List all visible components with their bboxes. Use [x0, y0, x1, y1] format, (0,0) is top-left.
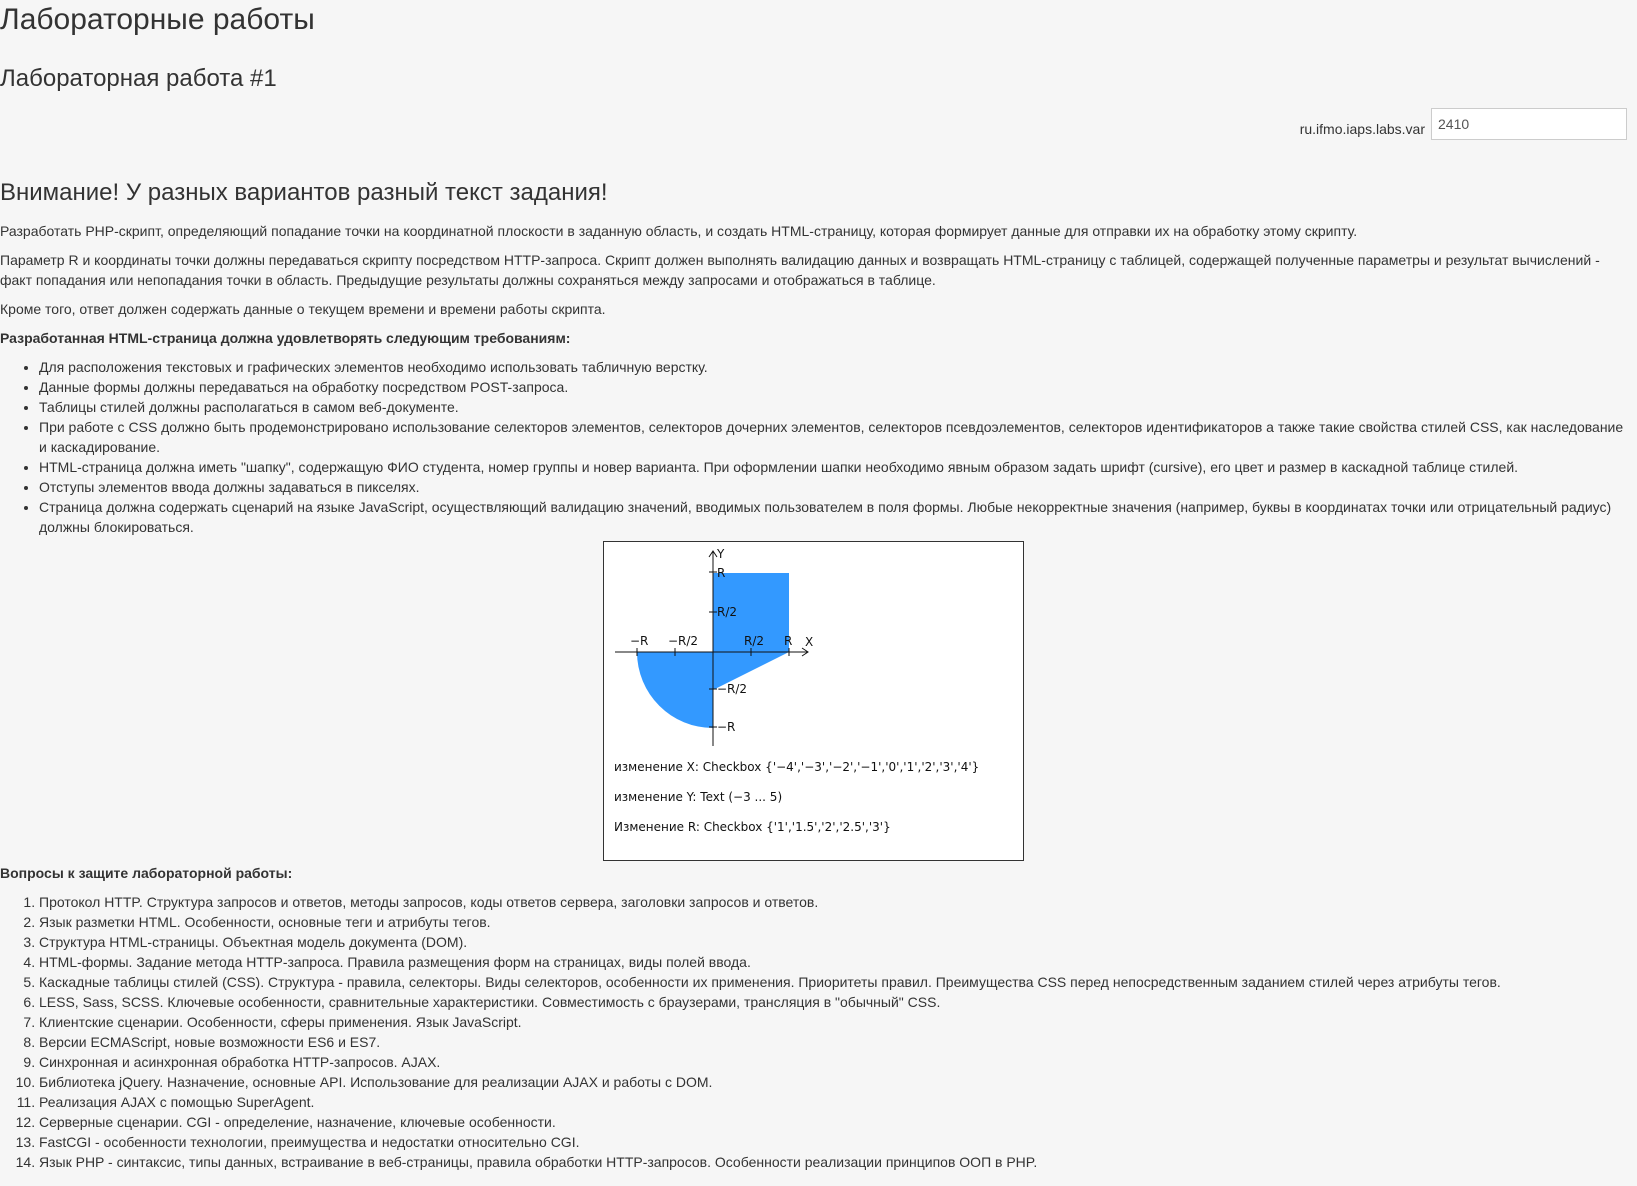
label-r-x: R [784, 634, 792, 648]
requirements-list: Для расположения текстовых и графических… [0, 357, 1628, 537]
list-item: HTML-формы. Задание метода HTTP-запроса.… [39, 952, 1629, 972]
list-item: Реализация AJAX с помощью SuperAgent. [39, 1092, 1629, 1112]
label-neg-r-half-y: −R/2 [717, 682, 747, 696]
list-item: Клиентские сценарии. Особенности, сферы … [39, 1012, 1629, 1032]
requirements-heading: Разработанная HTML-страница должна удовл… [0, 330, 571, 346]
list-item: Данные формы должны передаваться на обра… [39, 377, 1628, 397]
questions-heading: Вопросы к защите лабораторной работы: [0, 865, 293, 881]
variant-label: ru.ifmo.iaps.labs.var [1299, 121, 1425, 137]
list-item: Синхронная и асинхронная обработка HTTP-… [39, 1052, 1629, 1072]
variant-field-group: ru.ifmo.iaps.labs.var 2410 [1300, 108, 1627, 140]
variant-input[interactable]: 2410 [1431, 108, 1627, 140]
lab-title: Лабораторная работа #1 [0, 65, 277, 92]
list-item: Для расположения текстовых и графических… [39, 357, 1628, 377]
area-figure: Y X R R/2 −R −R/2 R/2 R −R/2 −R изменени… [603, 541, 1024, 861]
list-item: LESS, Sass, SCSS. Ключевые особенности, … [39, 992, 1629, 1012]
list-item: При работе с CSS должно быть продемонстр… [39, 417, 1628, 457]
list-item: Серверные сценарии. CGI - определение, н… [39, 1112, 1629, 1132]
list-item: Версии ECMAScript, новые возможности ES6… [39, 1032, 1629, 1052]
label-r-half-x: R/2 [744, 634, 764, 648]
region-quarter-circle [637, 652, 713, 728]
area-diagram: Y X R R/2 −R −R/2 R/2 R −R/2 −R [615, 547, 813, 746]
label-neg-r-x: −R [630, 634, 648, 648]
r-change-text: Изменение R: Checkbox {'1','1.5','2','2.… [614, 820, 891, 834]
list-item: Таблицы стилей должны располагаться в са… [39, 397, 1628, 417]
label-neg-r-half-x: −R/2 [668, 634, 698, 648]
list-item: Отступы элементов ввода должны задаватьс… [39, 477, 1628, 497]
task-paragraph: Разработать PHP-скрипт, определяющий поп… [0, 223, 1358, 239]
list-item: FastCGI - особенности технологии, преиму… [39, 1132, 1629, 1152]
list-item: Язык разметки HTML. Особенности, основны… [39, 912, 1629, 932]
y-change-text: изменение Y: Text (−3 ... 5) [614, 790, 783, 804]
list-item: Язык PHP - синтаксис, типы данных, встра… [39, 1152, 1629, 1172]
task-description: Разработать PHP-скрипт, определяющий поп… [0, 221, 1628, 537]
questions-list: Протокол HTTP. Структура запросов и отве… [0, 892, 1629, 1172]
list-item: Протокол HTTP. Структура запросов и отве… [39, 892, 1629, 912]
label-y: Y [716, 547, 725, 561]
x-change-text: изменение X: Checkbox {'−4','−3','−2','−… [614, 760, 980, 774]
warning-heading: Внимание! У разных вариантов разный текс… [0, 179, 608, 206]
label-r-half-top: R/2 [717, 605, 737, 619]
task-paragraph: Кроме того, ответ должен содержать данны… [0, 301, 606, 317]
label-neg-r-y: −R [717, 720, 735, 734]
page-title: Лабораторные работы [0, 3, 315, 36]
list-item: Страница должна содержать сценарий на яз… [39, 497, 1628, 537]
list-item: Библиотека jQuery. Назначение, основные … [39, 1072, 1629, 1092]
label-x: X [805, 635, 813, 649]
label-r-top: R [717, 566, 725, 580]
task-paragraph: Параметр R и координаты точки должны пер… [0, 252, 1600, 288]
page: Лабораторные работы Лабораторная работа … [0, 0, 1637, 1186]
list-item: HTML-страница должна иметь "шапку", соде… [39, 457, 1628, 477]
list-item: Каскадные таблицы стилей (CSS). Структур… [39, 972, 1629, 992]
list-item: Структура HTML-страницы. Объектная модел… [39, 932, 1629, 952]
